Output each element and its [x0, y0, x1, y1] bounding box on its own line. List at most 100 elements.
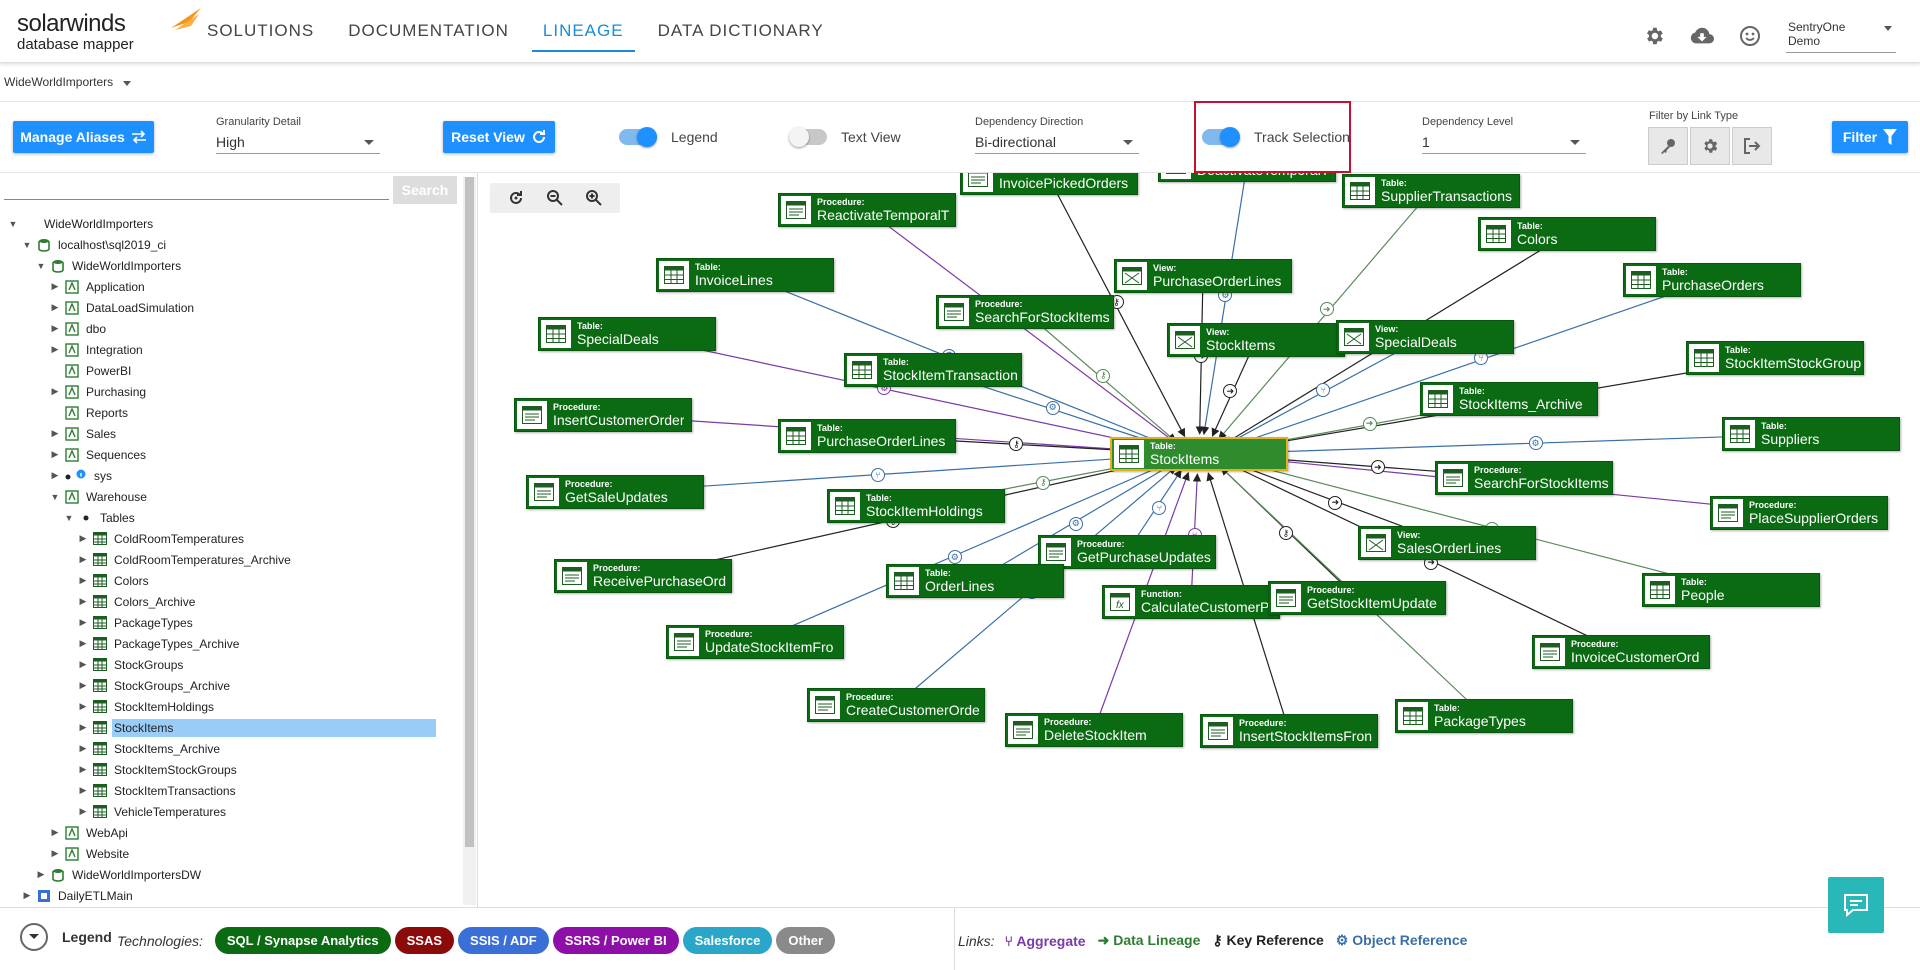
- caret-right-icon[interactable]: ▶: [48, 827, 62, 838]
- graph-node[interactable]: Table: SpecialDeals: [538, 317, 716, 351]
- edge-type-badge[interactable]: ⚙: [1068, 516, 1083, 531]
- graph-node[interactable]: Table: StockItemStockGroup: [1686, 341, 1864, 375]
- nav-lineage[interactable]: LINEAGE: [531, 0, 635, 52]
- gear-icon[interactable]: [1642, 24, 1666, 48]
- graph-node[interactable]: fx Function: CalculateCustomerPr: [1102, 585, 1280, 619]
- graph-node[interactable]: Procedure:InvoicePickedOrders: [960, 173, 1138, 195]
- graph-node[interactable]: Procedure: GetPurchaseUpdates: [1038, 535, 1216, 569]
- tree-node[interactable]: ▶ StockItems_Archive: [0, 738, 462, 759]
- graph-node[interactable]: Table: Suppliers: [1722, 417, 1900, 451]
- graph-node[interactable]: Procedure: PlaceSupplierOrders: [1710, 496, 1888, 530]
- link-type-legend-item[interactable]: ➜ Data Lineage: [1098, 932, 1201, 949]
- graph-node[interactable]: Table: PurchaseOrderLines: [778, 419, 956, 453]
- user-menu[interactable]: SentryOne Demo: [1786, 18, 1896, 53]
- caret-right-icon[interactable]: ▶: [48, 848, 62, 859]
- tree-node[interactable]: ▶ StockItemHoldings: [0, 696, 462, 717]
- caret-right-icon[interactable]: ▶: [76, 680, 90, 691]
- caret-right-icon[interactable]: ▶: [48, 323, 62, 334]
- caret-right-icon[interactable]: ▶: [48, 428, 62, 439]
- tree-node[interactable]: ▼ localhost\sql2019_ci: [0, 234, 462, 255]
- caret-right-icon[interactable]: ▶: [76, 575, 90, 586]
- graph-node[interactable]: Table: SupplierTransactions: [1342, 174, 1520, 208]
- technology-pill[interactable]: SSIS / ADF: [458, 927, 549, 954]
- tree-node[interactable]: ▶ StockGroups_Archive: [0, 675, 462, 696]
- tree-node[interactable]: PowerBI: [0, 360, 462, 381]
- search-input[interactable]: [4, 178, 389, 200]
- chat-button[interactable]: [1828, 877, 1884, 933]
- tree-node[interactable]: ▶ DataLoadSimulation: [0, 297, 462, 318]
- graph-node[interactable]: Procedure: ReactivateTemporalT: [778, 193, 956, 227]
- tree-node[interactable]: Reports: [0, 402, 462, 423]
- edge-type-badge[interactable]: ➜: [1362, 416, 1377, 431]
- tree-node[interactable]: ▶ Sales: [0, 423, 462, 444]
- graph-node[interactable]: Table: StockItemTransaction: [844, 353, 1022, 387]
- tree-node[interactable]: ▶ VehicleTemperatures: [0, 801, 462, 822]
- graph-node[interactable]: Procedure: InsertStockItemsFron: [1200, 714, 1378, 748]
- link-type-legend-item[interactable]: ⚙ Object Reference: [1336, 932, 1468, 949]
- tree-node[interactable]: ▼ Warehouse: [0, 486, 462, 507]
- tree-node[interactable]: ▶ StockItemTransactions: [0, 780, 462, 801]
- dependency-level-select[interactable]: Dependency Level 1: [1422, 116, 1586, 154]
- text-view-switch[interactable]: [789, 127, 827, 147]
- graph-node[interactable]: Procedure: InsertCustomerOrder: [514, 398, 692, 432]
- graph-node[interactable]: View: SpecialDeals: [1336, 320, 1514, 354]
- tree-node[interactable]: ▶ WideWorldImportersDW: [0, 864, 462, 885]
- nav-solutions[interactable]: SOLUTIONS: [196, 0, 325, 52]
- reset-zoom-icon[interactable]: [507, 189, 525, 207]
- graph-node[interactable]: View: StockItems: [1167, 323, 1345, 357]
- tree-node[interactable]: ▶ Purchasing: [0, 381, 462, 402]
- caret-right-icon[interactable]: ▶: [76, 785, 90, 796]
- caret-right-icon[interactable]: ▶: [76, 659, 90, 670]
- tree-node[interactable]: ▶ Integration: [0, 339, 462, 360]
- caret-right-icon[interactable]: ▶: [48, 281, 62, 292]
- data-lineage-filter-button[interactable]: [1732, 127, 1772, 165]
- technology-pill[interactable]: Salesforce: [682, 927, 773, 954]
- graph-node[interactable]: Table: InvoiceLines: [656, 258, 834, 292]
- reset-view-button[interactable]: Reset View: [443, 121, 555, 153]
- caret-right-icon[interactable]: ▶: [76, 617, 90, 628]
- graph-node[interactable]: Table: PackageTypes: [1395, 699, 1573, 733]
- graph-node[interactable]: Table: PurchaseOrders: [1623, 263, 1801, 297]
- nav-data-dictionary[interactable]: DATA DICTIONARY: [647, 0, 835, 52]
- tree-node[interactable]: ▶ Sequences: [0, 444, 462, 465]
- caret-right-icon[interactable]: ▶: [76, 722, 90, 733]
- caret-right-icon[interactable]: ▶: [76, 554, 90, 565]
- caret-right-icon[interactable]: ▶: [48, 302, 62, 313]
- graph-node[interactable]: Procedure: InvoiceCustomerOrd: [1532, 635, 1710, 669]
- edge-type-badge[interactable]: ➜: [1319, 302, 1334, 317]
- tree-scrollbar[interactable]: [463, 177, 476, 905]
- caret-right-icon[interactable]: ▶: [48, 449, 62, 460]
- tree-node[interactable]: ▶ DailyETLMain: [0, 885, 462, 906]
- tree-node[interactable]: ▶ Website: [0, 843, 462, 864]
- tree-node[interactable]: ▶ WebApi: [0, 822, 462, 843]
- caret-down-icon[interactable]: ▼: [6, 219, 20, 229]
- lineage-graph-canvas[interactable]: ⚷⚙➜⑂⚷⚙➜⑂⚷⚙➜⑂⚷⚙➜⑂⚷⚙➜⑂⚷⚙➜⑂⚷⚙➜⑂⚷⚙➜⑂⚷⚙➜ Proc…: [480, 173, 1920, 907]
- edge-type-badge[interactable]: ⚙: [1045, 400, 1060, 415]
- graph-node[interactable]: Procedure: DeleteStockItem: [1005, 713, 1183, 747]
- dependency-direction-select[interactable]: Dependency Direction Bi-directional: [975, 116, 1139, 154]
- graph-node[interactable]: Procedure: GetStockItemUpdate: [1268, 581, 1446, 615]
- graph-node[interactable]: Procedure: UpdateStockItemFro: [666, 625, 844, 659]
- caret-right-icon[interactable]: ▶: [76, 701, 90, 712]
- edge-type-badge[interactable]: ⑂: [1316, 382, 1331, 397]
- legend-switch[interactable]: [619, 127, 657, 147]
- tree-node[interactable]: ▼ Tables: [0, 507, 462, 528]
- technology-pill[interactable]: SSRS / Power BI: [552, 927, 679, 954]
- tree-node[interactable]: ▶ sys: [0, 465, 462, 486]
- graph-node[interactable]: Table: OrderLines: [886, 564, 1064, 598]
- technology-pill[interactable]: Other: [776, 927, 836, 954]
- edge-type-badge[interactable]: ⚷: [1036, 475, 1051, 490]
- caret-down-icon[interactable]: ▼: [48, 492, 62, 502]
- caret-right-icon[interactable]: ▶: [76, 806, 90, 817]
- legend-collapse-button[interactable]: Legend: [20, 923, 112, 951]
- graph-node[interactable]: Procedure: SearchForStockItems: [936, 295, 1114, 329]
- tree-node[interactable]: ▶ PackageTypes_Archive: [0, 633, 462, 654]
- graph-node[interactable]: Procedure:DeactivateTemporalT: [1158, 173, 1336, 182]
- graph-node[interactable]: Procedure: ReceivePurchaseOrd: [554, 559, 732, 593]
- graph-node[interactable]: Table: People: [1642, 573, 1820, 607]
- tree-node[interactable]: ▶ StockItemStockGroups: [0, 759, 462, 780]
- caret-down-icon[interactable]: ▼: [34, 261, 48, 271]
- granularity-select[interactable]: Granularity Detail High: [216, 116, 380, 154]
- text-view-toggle[interactable]: Text View: [789, 127, 901, 147]
- caret-down-icon[interactable]: ▼: [62, 513, 76, 523]
